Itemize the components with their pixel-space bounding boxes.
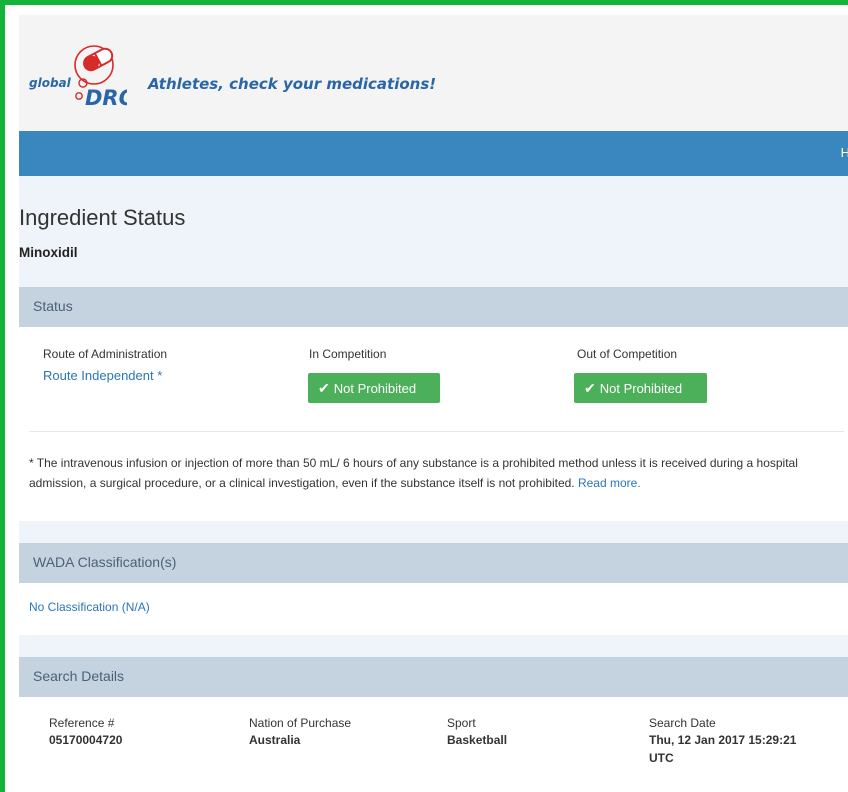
ingredient-name: Minoxidil xyxy=(19,245,78,260)
out-competition-status-badge: ✔ Not Prohibited xyxy=(574,373,707,403)
iv-infusion-footnote: * The intravenous infusion or injection … xyxy=(29,453,840,493)
logo-text-global: global xyxy=(29,76,72,90)
no-classification-link[interactable]: No Classification (N/A) xyxy=(29,600,150,614)
search-details-panel-header: Search Details xyxy=(19,657,848,697)
checkmark-icon: ✔ xyxy=(584,380,596,396)
site-tagline: Athletes, check your medications! xyxy=(148,75,437,93)
in-competition-status-text: Not Prohibited xyxy=(333,381,417,396)
reference-label: Reference # xyxy=(49,716,115,730)
status-panel-body: Route of Administration Route Independen… xyxy=(19,327,848,521)
checkmark-icon: ✔ xyxy=(318,380,330,396)
main-navbar: H xyxy=(19,131,848,176)
search-date-timezone: UTC xyxy=(649,751,674,765)
status-panel-header: Status xyxy=(19,287,848,327)
in-competition-status-badge: ✔ Not Prohibited xyxy=(308,373,440,403)
route-value-text: Route Independent xyxy=(43,368,154,383)
nation-value: Australia xyxy=(249,733,301,747)
route-footnote-marker: * xyxy=(157,368,163,383)
page-content: global DRO Athletes, check your medicati… xyxy=(19,15,848,792)
search-details-panel-body: Reference # 05170004720 Nation of Purcha… xyxy=(19,697,848,792)
logo-text-dro: DRO xyxy=(85,86,127,107)
in-competition-label: In Competition xyxy=(309,347,387,361)
nav-item-home[interactable]: H xyxy=(841,145,848,160)
screenshot-frame: global DRO Athletes, check your medicati… xyxy=(0,0,848,792)
read-more-link[interactable]: Read more. xyxy=(578,476,641,490)
sport-label: Sport xyxy=(447,716,476,730)
classification-panel-header: WADA Classification(s) xyxy=(19,543,848,583)
out-competition-label: Out of Competition xyxy=(577,347,678,361)
sport-value: Basketball xyxy=(447,733,508,747)
classification-panel-body: No Classification (N/A) xyxy=(19,583,848,635)
status-divider xyxy=(29,431,844,432)
classification-panel-title: WADA Classification(s) xyxy=(33,554,177,570)
route-value-link[interactable]: Route Independent * xyxy=(43,368,162,383)
route-label: Route of Administration xyxy=(43,347,168,361)
search-date-label: Search Date xyxy=(649,716,716,730)
nation-label: Nation of Purchase xyxy=(249,716,352,730)
status-panel-title: Status xyxy=(33,298,73,314)
site-header: global DRO Athletes, check your medicati… xyxy=(19,15,848,131)
search-details-panel-title: Search Details xyxy=(33,668,125,684)
globaldro-logo[interactable]: global DRO xyxy=(27,43,127,107)
footnote-text: * The intravenous infusion or injection … xyxy=(29,456,798,490)
search-date-value: Thu, 12 Jan 2017 15:29:21 xyxy=(649,733,797,747)
page-title: Ingredient Status xyxy=(19,205,186,230)
out-competition-status-text: Not Prohibited xyxy=(599,381,683,396)
reference-value: 05170004720 xyxy=(49,733,123,747)
